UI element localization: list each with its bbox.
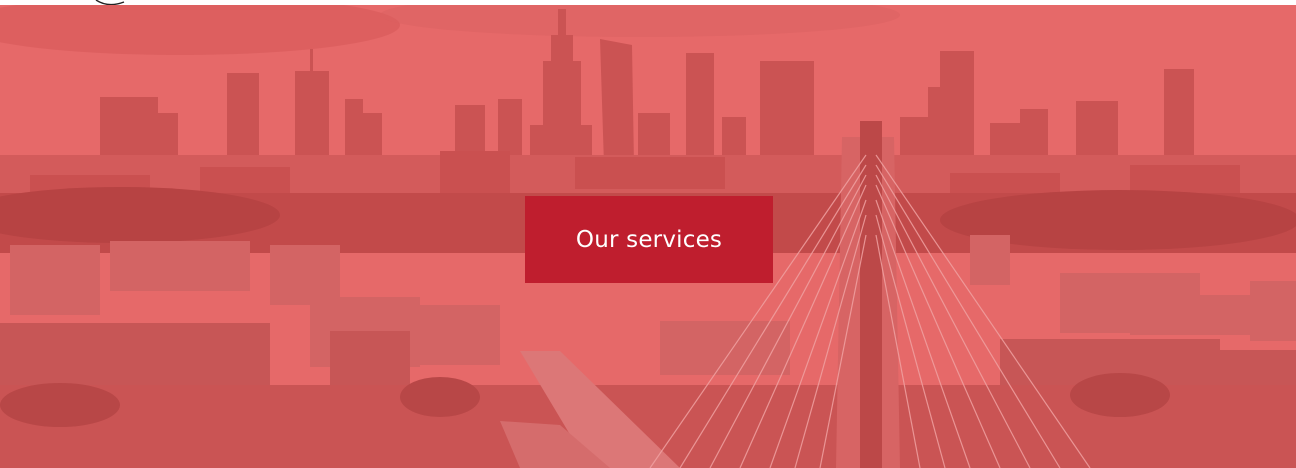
our-services-button[interactable]: Our services [525,196,773,283]
hero-banner: Our services [0,5,1296,468]
page: Our services [0,0,1296,468]
